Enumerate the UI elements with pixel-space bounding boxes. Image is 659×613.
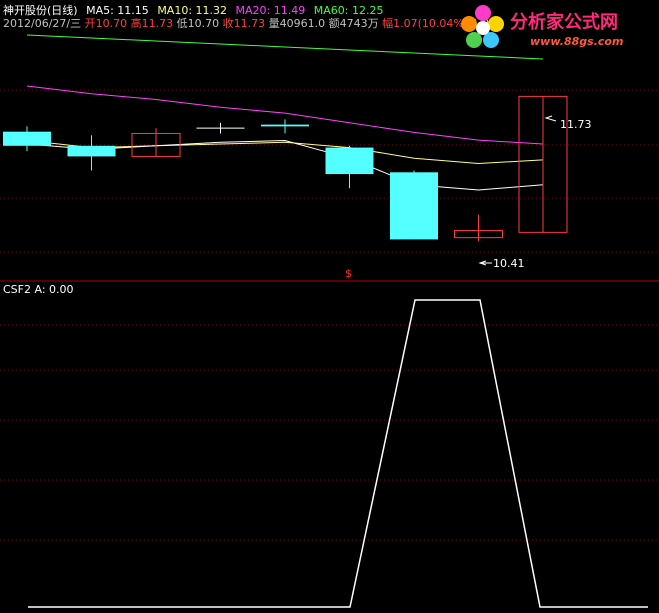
open-label: 开10.70 [84,17,128,30]
candle-body-down [325,147,374,175]
candle-body-down [67,145,116,157]
candle-body-down [3,131,51,146]
ma20-line [26,85,544,145]
volume-label: 量40961.0 [268,17,326,30]
kline-chart[interactable]: 11.73 10.41 $ [0,0,659,613]
change-label: 幅1.07(10.04%) [382,17,469,30]
indicator-line [28,299,648,608]
indicator-header: CSF2 A: 0.00 [3,283,74,296]
quote-info-row: 2012/06/27/三 开10.70 高11.73 低10.70 收11.73… [3,15,496,31]
signal-dollar-marker: $ [345,267,352,280]
date-label: 2012/06/27/三 [3,17,82,30]
indicator-name: CSF2 [3,283,31,296]
logo-title: 分析家公式网 [510,12,618,33]
moving-average-lines [26,34,544,191]
logo-url: www.88gs.com [530,35,624,48]
low-label: 低10.70 [176,17,220,30]
indicator-value: A: 0.00 [34,283,74,296]
flower-logo-icon [461,5,504,48]
indicator-panel [28,299,648,608]
close-label: 收11.73 [222,17,266,30]
high-price-label: 11.73 [560,118,592,131]
low-price-label: 10.41 [493,257,525,270]
high-label: 高11.73 [130,17,174,30]
amount-label: 额4743万 [328,17,379,30]
site-logo: 分析家公式网 www.88gs.com [458,2,658,52]
candle-body-down [390,172,438,240]
candlesticks [3,95,568,242]
candle-body-down [261,124,309,127]
high-marker-arrow [544,115,557,122]
